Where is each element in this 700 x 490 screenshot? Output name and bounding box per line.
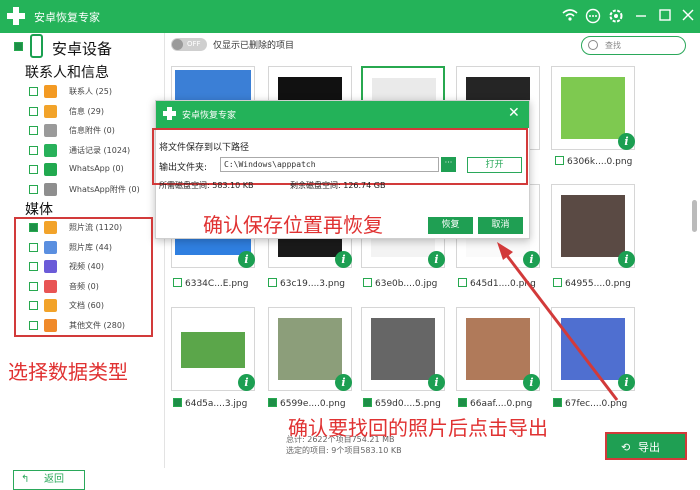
back-label: 返回 [44,474,64,485]
annotation-arrow [497,242,619,401]
back-arrow-icon: ↰ [21,474,30,485]
back-button[interactable]: ↰ 返回 [13,470,85,490]
